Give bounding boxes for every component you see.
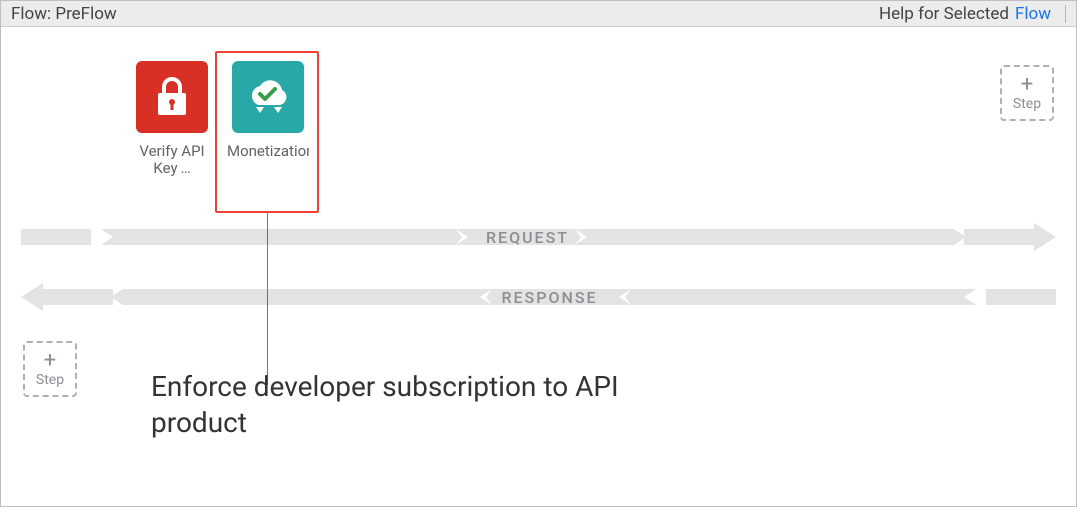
callout-text: Enforce developer subscription to API pr… [151,369,711,442]
policy-label: Verify API Key … [131,143,213,178]
flow-prefix: Flow: [11,4,51,24]
policy-verify-api-key[interactable]: Verify API Key … [131,61,213,178]
flow-name: PreFlow [55,4,116,24]
add-step-response-button[interactable]: + Step [23,341,77,397]
arrow-right-icon [1034,223,1056,251]
header-divider [1065,5,1066,23]
add-step-label: Step [36,372,64,388]
request-label: REQUEST [486,228,569,247]
cloud-check-icon [232,61,304,133]
flow-editor-frame: Flow: PreFlow Help for Selected Flow Ver… [0,0,1077,507]
help-label: Help for Selected [879,4,1009,24]
policy-label: Monetization- … [227,143,309,160]
arrow-left-icon [21,283,43,311]
response-label: RESPONSE [501,288,597,307]
response-flow-bar: RESPONSE [21,283,1056,311]
add-step-label: Step [1013,96,1041,112]
help-flow-link[interactable]: Flow [1015,4,1051,24]
policy-monetization[interactable]: Monetization- … [227,61,309,160]
plus-icon: + [1021,74,1033,96]
flow-header-bar: Flow: PreFlow Help for Selected Flow [1,1,1076,27]
add-step-request-button[interactable]: + Step [1000,65,1054,121]
request-flow-bar: REQUEST [21,223,1056,251]
plus-icon: + [44,350,56,372]
flow-canvas: Verify API Key … Monetization- … + Step [1,27,1076,506]
lock-icon [136,61,208,133]
callout-connector [267,213,268,385]
